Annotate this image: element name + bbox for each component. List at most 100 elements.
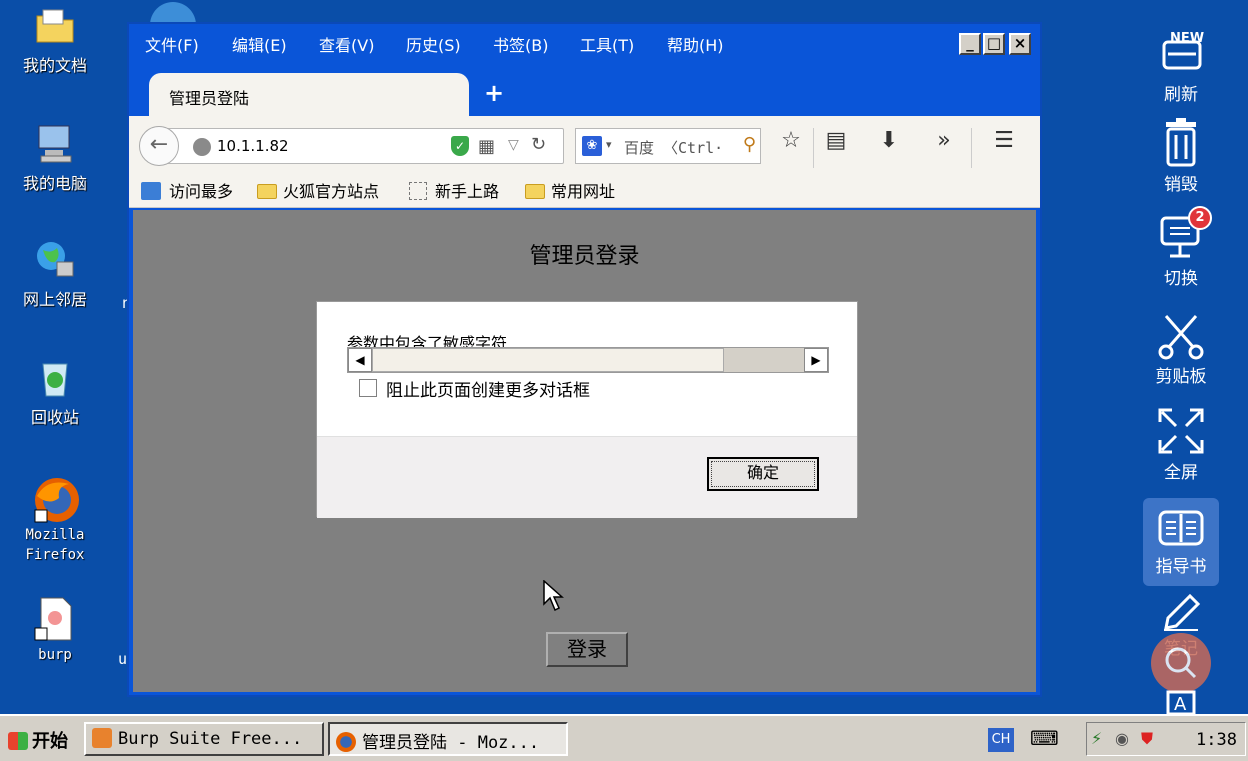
- windows-logo-icon: [8, 732, 28, 750]
- security-tray-icon[interactable]: ◉: [1115, 729, 1129, 748]
- panel-fullscreen[interactable]: 全屏: [1143, 406, 1219, 483]
- navigation-bar: 10.1.1.82 ✓ ▦ ▽ ↻ ← ❀ ▾ 百度 〈Ctrl· ⚲ ☆ ▤ …: [129, 116, 1040, 168]
- network-globe-icon: [33, 238, 77, 282]
- start-label: 开始: [32, 731, 68, 752]
- input-method-indicator[interactable]: CH: [988, 728, 1014, 752]
- trash-icon: [1156, 118, 1206, 168]
- menu-view[interactable]: 查看(V): [319, 32, 374, 56]
- panel-guidebook[interactable]: 指导书: [1143, 498, 1219, 586]
- page-content: 管理员登录 参数中包含了敏感字符 ◀ ▶ 阻止此页面创建更多对话框 确定 登录: [133, 210, 1036, 692]
- bookmark-label: 火狐官方站点: [283, 182, 380, 201]
- bookmark-label: 常用网址: [551, 182, 616, 201]
- firefox-icon: [336, 732, 356, 752]
- overflow-chevron-icon[interactable]: »: [929, 128, 959, 153]
- menu-edit[interactable]: 编辑(E): [232, 32, 287, 56]
- search-icon[interactable]: ⚲: [743, 134, 756, 155]
- desktop-icon-burp[interactable]: burp: [7, 596, 103, 664]
- taskbar: 开始 Burp Suite Free... 管理员登陆 - Moz... CH …: [0, 714, 1248, 761]
- bookmark-getting-started[interactable]: 新手上路: [409, 178, 499, 202]
- desktop-icon-label: 我的电脑: [22, 174, 87, 193]
- panel-label: 切换: [1164, 269, 1198, 289]
- recycle-bin-icon: [33, 356, 77, 400]
- folder-icon: [525, 184, 545, 199]
- bookmark-common-sites[interactable]: 常用网址: [525, 178, 615, 202]
- menu-bar: 文件(F) 编辑(E) 查看(V) 历史(S) 书签(B) 工具(T) 帮助(H…: [129, 24, 1040, 66]
- toolbar-separator: [971, 128, 972, 168]
- desktop-icon-label: burp: [38, 647, 72, 663]
- clock: 1:38: [1196, 730, 1237, 750]
- minimize-button[interactable]: _: [959, 33, 981, 55]
- hamburger-menu-icon[interactable]: ☰: [989, 128, 1019, 153]
- dialog-footer: 确定: [317, 436, 857, 518]
- shield-icon[interactable]: ✓: [451, 136, 469, 156]
- login-button[interactable]: 登录: [546, 632, 628, 667]
- desktop-icon-my-documents[interactable]: 我的文档: [7, 4, 103, 76]
- book-icon: [1156, 506, 1206, 550]
- back-arrow-icon: ←: [149, 132, 169, 157]
- bookmarks-toolbar: 访问最多 火狐官方站点 新手上路 常用网址: [129, 168, 1040, 208]
- close-button[interactable]: ×: [1009, 33, 1031, 55]
- desktop-icon-recycle-bin[interactable]: 回收站: [7, 356, 103, 428]
- antivirus-shield-icon[interactable]: ⛊: [1141, 729, 1153, 749]
- alert-dialog: 参数中包含了敏感字符 ◀ ▶ 阻止此页面创建更多对话框 确定: [316, 301, 858, 518]
- toolbar-separator: [813, 128, 814, 168]
- download-icon[interactable]: ⬇: [874, 128, 904, 153]
- new-tab-button[interactable]: +: [484, 79, 504, 107]
- desktop-icon-my-computer[interactable]: 我的电脑: [7, 122, 103, 194]
- scroll-left-icon[interactable]: ◀: [348, 348, 372, 372]
- system-tray: ⚡ ◉ ⛊ 1:38: [1086, 722, 1246, 756]
- scrollbar-thumb[interactable]: [372, 348, 724, 372]
- start-button[interactable]: 开始: [4, 722, 72, 756]
- svg-text:A: A: [1174, 694, 1187, 714]
- bookmark-star-icon[interactable]: ☆: [776, 128, 806, 153]
- scroll-right-icon[interactable]: ▶: [804, 348, 828, 372]
- scissors-icon: [1156, 310, 1206, 360]
- menu-file[interactable]: 文件(F): [145, 32, 199, 56]
- url-text: 10.1.1.82: [217, 137, 289, 155]
- panel-answer[interactable]: A: [1143, 690, 1219, 714]
- notification-badge: 2: [1188, 206, 1212, 230]
- search-bar[interactable]: ❀ ▾ 百度 〈Ctrl· ⚲: [575, 128, 761, 164]
- reading-list-icon[interactable]: ▤: [821, 128, 851, 153]
- blank-page-icon: [409, 182, 427, 200]
- panel-clipboard[interactable]: 剪贴板: [1143, 310, 1219, 387]
- bookmark-most-visited[interactable]: 访问最多: [141, 178, 233, 202]
- bookmark-label: 新手上路: [435, 182, 500, 201]
- bookmark-firefox-official[interactable]: 火狐官方站点: [257, 178, 379, 202]
- desktop-icon-firefox[interactable]: Mozilla Firefox: [7, 476, 103, 564]
- new-icon: NEW: [1156, 28, 1206, 78]
- maximize-button[interactable]: □: [983, 33, 1005, 55]
- mouse-cursor-icon: [543, 580, 564, 612]
- menu-help[interactable]: 帮助(H): [667, 32, 724, 56]
- tab-admin-login[interactable]: 管理员登陆: [149, 73, 469, 116]
- answer-icon: A: [1156, 690, 1206, 714]
- dropdown-arrow-icon[interactable]: ▽: [508, 137, 519, 153]
- qr-code-icon[interactable]: ▦: [478, 136, 495, 157]
- block-dialogs-checkbox[interactable]: [359, 379, 377, 397]
- pencil-icon: [1156, 592, 1206, 632]
- bookmark-label: 访问最多: [169, 182, 234, 201]
- network-tray-icon[interactable]: ⚡: [1091, 729, 1102, 748]
- panel-switch[interactable]: 2 切换: [1143, 206, 1219, 289]
- block-dialogs-label[interactable]: 阻止此页面创建更多对话框: [386, 376, 590, 401]
- task-firefox-admin-login[interactable]: 管理员登陆 - Moz...: [328, 722, 568, 756]
- task-burp-suite[interactable]: Burp Suite Free...: [84, 722, 324, 756]
- panel-refresh[interactable]: NEW 刷新: [1143, 28, 1219, 105]
- panel-destroy[interactable]: 销毁: [1143, 118, 1219, 195]
- url-bar[interactable]: 10.1.1.82 ✓ ▦ ▽ ↻: [164, 128, 564, 164]
- menu-history[interactable]: 历史(S): [406, 32, 461, 56]
- menu-bookmarks[interactable]: 书签(B): [493, 32, 548, 56]
- ok-button[interactable]: 确定: [707, 457, 819, 491]
- switch-icon: 2: [1156, 206, 1212, 262]
- desktop-icon-network[interactable]: 网上邻居: [7, 238, 103, 310]
- floating-assistant-button[interactable]: [1151, 633, 1211, 693]
- firefox-icon: [33, 476, 79, 523]
- horizontal-scrollbar[interactable]: ◀ ▶: [347, 347, 829, 373]
- menu-tools[interactable]: 工具(T): [580, 32, 634, 56]
- back-button[interactable]: ←: [139, 126, 179, 166]
- panel-label: 销毁: [1164, 175, 1198, 195]
- keyboard-icon[interactable]: ⌨: [1030, 726, 1059, 750]
- burp-icon: [92, 728, 112, 748]
- search-engine-dropdown-icon[interactable]: ▾: [606, 138, 612, 151]
- reload-icon[interactable]: ↻: [531, 134, 546, 155]
